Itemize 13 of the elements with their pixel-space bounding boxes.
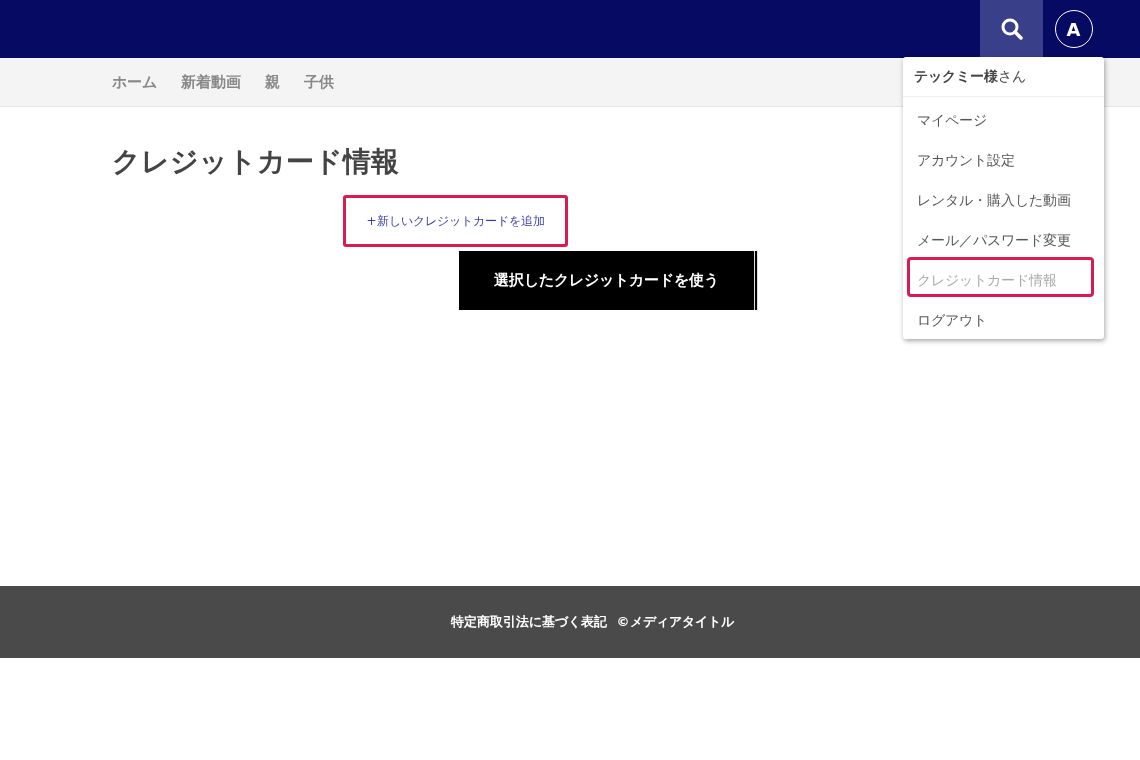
menu-item[interactable]: ログアウト [903, 297, 1104, 337]
search-button[interactable] [980, 0, 1043, 58]
copyright-text: ©メディアタイトル [616, 613, 734, 631]
menu-item[interactable]: マイページ [903, 97, 1104, 137]
add-card-link[interactable]: +新しいクレジットカードを追加 [343, 195, 568, 247]
user-greeting: テックミー様さん [903, 57, 1104, 97]
footer-link[interactable]: 特定商取引法に基づく表記 [450, 613, 607, 631]
page-title: クレジットカード情報 [112, 145, 399, 179]
menu-item[interactable]: メール／パスワード変更 [903, 217, 1104, 257]
menu-item[interactable]: アカウント設定 [903, 137, 1104, 177]
use-card-button[interactable]: 選択したクレジットカードを使う [459, 251, 758, 310]
menu-item[interactable]: レンタル・購入した動画 [903, 177, 1104, 217]
search-icon [999, 17, 1024, 41]
